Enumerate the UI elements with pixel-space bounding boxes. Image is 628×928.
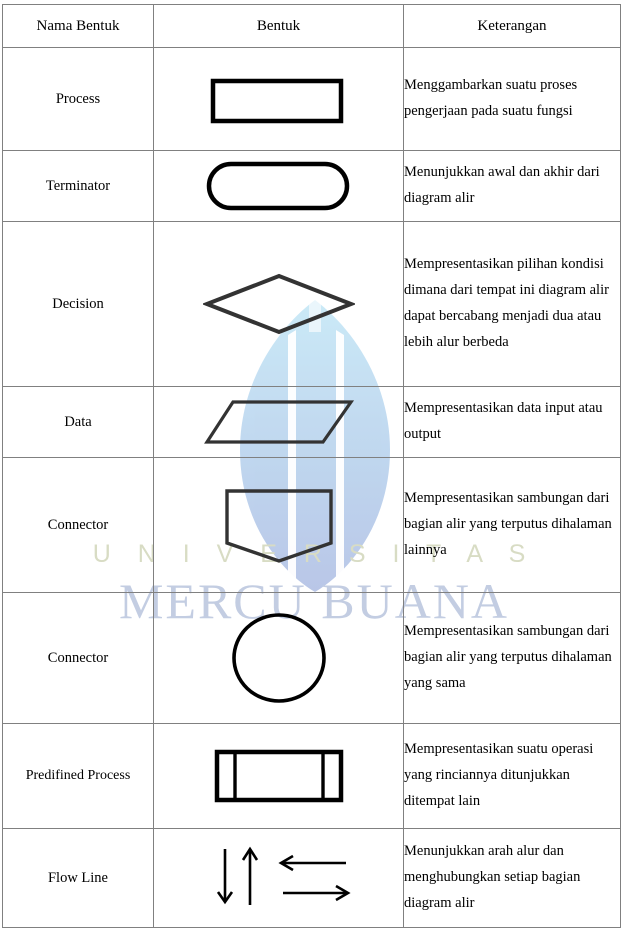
table-row: Process Menggambarkan suatu proses penge… — [2, 47, 621, 151]
shape-figure-data — [153, 386, 404, 458]
shape-figure-connector-offpage — [153, 457, 404, 593]
table-row: Terminator Menunjukkan awal dan akhir da… — [2, 150, 621, 222]
flowchart-symbol-table-container: Nama Bentuk Bentuk Keterangan Process Me… — [2, 4, 621, 928]
shape-description-terminator: Menunjukkan awal dan akhir dari diagram … — [403, 150, 621, 222]
shape-figure-flow-line — [153, 828, 404, 928]
arrow-down-icon — [216, 849, 233, 905]
arrow-right-icon — [282, 884, 351, 902]
column-header-description: Keterangan — [403, 4, 621, 48]
shape-figure-predefined-process — [153, 723, 404, 829]
shape-description-connector-offpage: Mempresentasikan sambungan dari bagian a… — [403, 457, 621, 593]
arrow-left-icon — [277, 854, 346, 872]
flowchart-symbol-table: Nama Bentuk Bentuk Keterangan Process Me… — [2, 4, 621, 928]
shape-name-connector-onpage: Connector — [2, 592, 154, 724]
arrow-up-icon — [241, 846, 258, 905]
shape-name-data: Data — [2, 386, 154, 458]
shape-figure-decision — [153, 221, 404, 387]
table-row: Flow Line Menunjukkan arah alur dan meng… — [2, 828, 621, 928]
shape-description-process: Menggambarkan suatu proses pengerjaan pa… — [403, 47, 621, 151]
shape-figure-connector-onpage — [153, 592, 404, 724]
shape-name-connector-offpage: Connector — [2, 457, 154, 593]
column-header-name: Nama Bentuk — [2, 4, 154, 48]
table-row: Data Mempresentasikan data input atau ou… — [2, 386, 621, 458]
table-row: Decision Mempresentasikan pilihan kondis… — [2, 221, 621, 387]
table-row: Connector Mempresentasikan sambungan dar… — [2, 457, 621, 593]
table-row: Predifined Process Mempresentasikan suat… — [2, 723, 621, 829]
shape-description-decision: Mempresentasikan pilihan kondisi dimana … — [403, 221, 621, 387]
table-row: Connector Mempresentasikan sambungan dar… — [2, 592, 621, 724]
shape-name-decision: Decision — [2, 221, 154, 387]
shape-description-connector-onpage: Mempresentasikan sambungan dari bagian a… — [403, 592, 621, 724]
shape-name-flow-line: Flow Line — [2, 828, 154, 928]
shape-name-terminator: Terminator — [2, 150, 154, 222]
table-header-row: Nama Bentuk Bentuk Keterangan — [2, 4, 621, 48]
shape-description-data: Mempresentasikan data input atau output — [403, 386, 621, 458]
shape-description-flow-line: Menunjukkan arah alur dan menghubungkan … — [403, 828, 621, 928]
shape-name-predefined-process: Predifined Process — [2, 723, 154, 829]
shape-figure-process — [153, 47, 404, 151]
shape-name-process: Process — [2, 47, 154, 151]
shape-figure-terminator — [153, 150, 404, 222]
shape-description-predefined-process: Mempresentasikan suatu operasi yang rinc… — [403, 723, 621, 829]
column-header-shape: Bentuk — [153, 4, 404, 48]
